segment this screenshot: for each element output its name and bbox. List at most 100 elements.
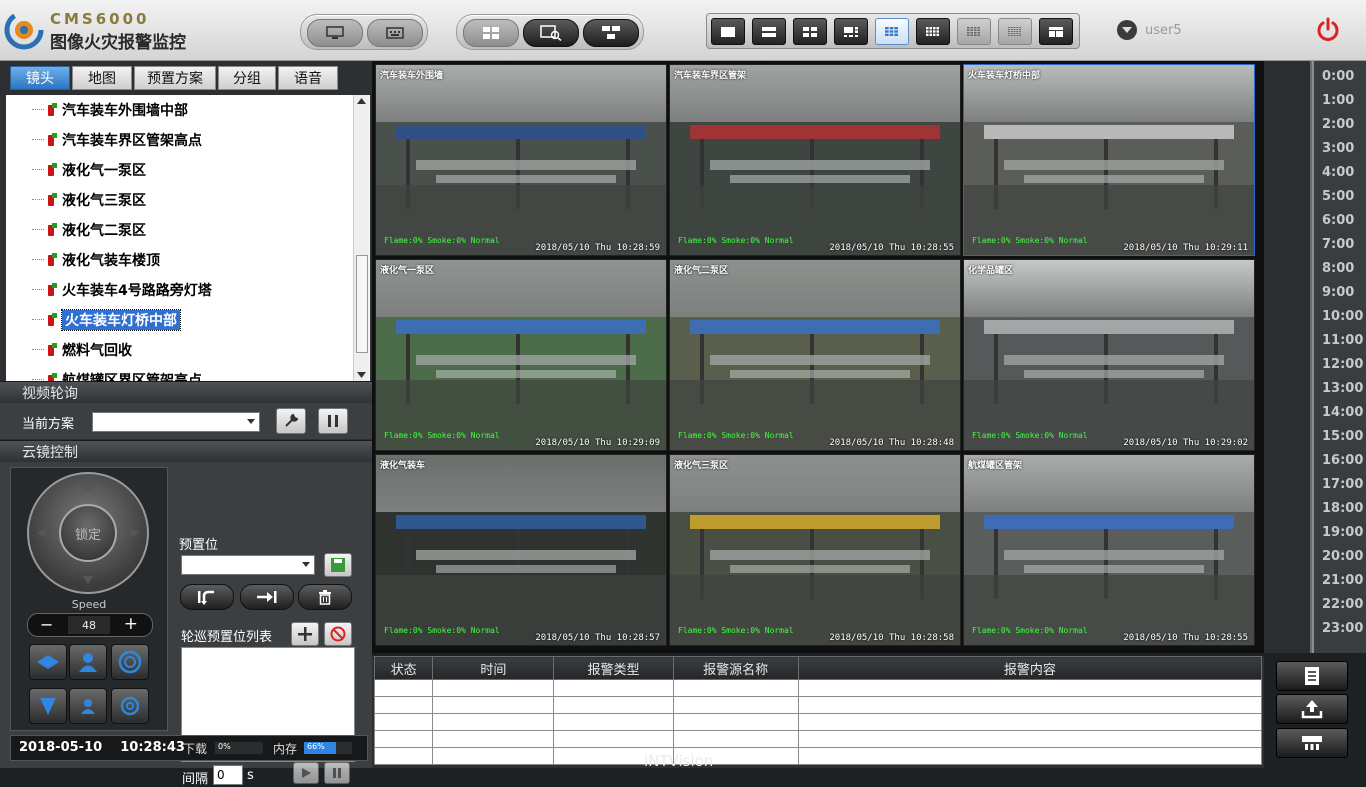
layout-12-icon [926, 26, 939, 36]
layout-25-button[interactable] [998, 18, 1032, 45]
layout-6-button[interactable] [834, 18, 868, 45]
tree-item[interactable]: 汽车装车外围墙中部 [32, 98, 188, 122]
camera-view[interactable]: 汽车装车外围墙 Flame:0% Smoke:0% Normal 2018/05… [375, 64, 667, 256]
tree-scrollbar[interactable] [353, 95, 369, 381]
table-row[interactable] [373, 747, 1263, 765]
table-cell [432, 679, 555, 697]
arrow-right-icon[interactable] [131, 528, 139, 538]
device-tree-button[interactable] [583, 19, 639, 47]
layout-9-button[interactable] [875, 18, 909, 45]
tree-item[interactable]: 火车装车灯桥中部 [32, 308, 181, 332]
plan-settings-button[interactable] [276, 408, 306, 434]
preset-save-button[interactable] [324, 553, 352, 577]
zoom-in-button[interactable] [29, 644, 67, 680]
tab-2[interactable]: 预置方案 [134, 66, 216, 90]
layout-1-button[interactable] [711, 18, 745, 45]
camera-view[interactable]: 火车装车灯桥中部 Flame:0% Smoke:0% Normal 2018/0… [963, 64, 1255, 256]
direction-pad[interactable]: 锁定 [27, 472, 149, 594]
table-row[interactable] [373, 713, 1263, 731]
preset-goto-button[interactable] [240, 584, 294, 610]
timeline-hour-label: 5:00 [1322, 189, 1355, 204]
timeline-hour-label: 2:00 [1322, 117, 1355, 132]
alarm-column-header[interactable]: 报警内容 [797, 656, 1263, 680]
tour-stop-button[interactable] [324, 762, 350, 784]
tab-1[interactable]: 地图 [72, 66, 132, 90]
monitor-button[interactable] [307, 19, 363, 47]
focus-near-button[interactable] [69, 644, 107, 680]
tree-connector [32, 139, 44, 140]
tree-item[interactable]: 液化气装车楼顶 [32, 248, 160, 272]
arrow-up-icon[interactable] [83, 482, 93, 490]
preset-list-add-button[interactable] [291, 622, 319, 646]
window-layout-button[interactable] [463, 19, 519, 47]
camera-view[interactable]: 液化气一泵区 Flame:0% Smoke:0% Normal 2018/05/… [375, 259, 667, 451]
tab-0[interactable]: 镜头 [10, 66, 70, 90]
tree-item[interactable]: 航煤罐区界区管架高点 [32, 368, 202, 381]
camera-view[interactable]: 液化气三泵区 Flame:0% Smoke:0% Normal 2018/05/… [669, 454, 961, 646]
tree-item[interactable]: 火车装车4号路路旁灯塔 [32, 278, 212, 302]
scroll-down-icon[interactable] [357, 372, 366, 378]
plan-select[interactable] [92, 412, 260, 432]
iris-open-button[interactable] [111, 644, 149, 680]
interval-input[interactable]: 0 [213, 765, 243, 785]
preset-delete-button[interactable] [298, 584, 352, 610]
alarm-column-header[interactable]: 时间 [432, 656, 555, 680]
camera-view[interactable]: 液化气二泵区 Flame:0% Smoke:0% Normal 2018/05/… [669, 259, 961, 451]
table-cell [373, 679, 434, 697]
tree-item[interactable]: 液化气三泵区 [32, 188, 146, 212]
arrow-left-icon[interactable] [37, 528, 45, 538]
scroll-up-icon[interactable] [357, 98, 366, 104]
zoom-out-button[interactable] [29, 688, 67, 724]
layout-custom-button[interactable] [1039, 18, 1073, 45]
chevron-down-icon [247, 419, 255, 424]
alarm-column-header[interactable]: 报警源名称 [672, 656, 799, 680]
tour-play-button[interactable] [293, 762, 319, 784]
speed-minus-button[interactable]: − [40, 615, 53, 634]
network-button[interactable] [1276, 728, 1348, 758]
tree-scroll-thumb[interactable] [356, 255, 368, 353]
preset-list-remove-button[interactable] [324, 622, 352, 646]
camera-icon [46, 193, 57, 207]
speed-plus-button[interactable]: + [124, 614, 138, 634]
focus-far-button[interactable] [69, 688, 107, 724]
power-icon[interactable] [1315, 17, 1341, 43]
tree-item-label: 燃料气回收 [62, 343, 132, 359]
preset-call-button[interactable] [180, 584, 234, 610]
lock-button[interactable]: 锁定 [59, 504, 117, 562]
alarm-column-header[interactable]: 报警类型 [553, 656, 674, 680]
tree-item[interactable]: 燃料气回收 [32, 338, 132, 362]
camera-view[interactable]: 航煤罐区管架 Flame:0% Smoke:0% Normal 2018/05/… [963, 454, 1255, 646]
alarm-column-header[interactable]: 状态 [373, 656, 434, 680]
layout-2-button[interactable] [752, 18, 786, 45]
camera-icon [46, 223, 57, 237]
camera-view[interactable]: 化学品罐区 Flame:0% Smoke:0% Normal 2018/05/1… [963, 259, 1255, 451]
camera-icon [46, 343, 57, 357]
table-row[interactable] [373, 696, 1263, 714]
tab-4[interactable]: 语音 [278, 66, 338, 90]
table-row[interactable] [373, 730, 1263, 748]
tree-item[interactable]: 液化气一泵区 [32, 158, 146, 182]
table-cell [432, 696, 555, 714]
export-button[interactable] [1276, 694, 1348, 724]
tab-3[interactable]: 分组 [218, 66, 276, 90]
layout-12-button[interactable] [916, 18, 950, 45]
layout-16-button[interactable] [957, 18, 991, 45]
memory-pct: 66% [307, 742, 325, 751]
tour-pause-button[interactable] [318, 408, 348, 434]
preset-select[interactable] [181, 555, 315, 575]
tree-item[interactable]: 汽车装车界区管架高点 [32, 128, 202, 152]
timeline-hours[interactable]: 0:00 1:00 2:00 3:00 4:00 5:00 6:00 7:00 8:00 9:00… [1312, 61, 1366, 653]
tree-item[interactable]: 液化气二泵区 [32, 218, 146, 242]
arrow-down-icon[interactable] [83, 576, 93, 584]
layout-4-button[interactable] [793, 18, 827, 45]
timeline-hour-label: 9:00 [1322, 285, 1355, 300]
camera-view[interactable]: 汽车装车界区管架 Flame:0% Smoke:0% Normal 2018/0… [669, 64, 961, 256]
user-menu[interactable]: user5 [1117, 20, 1182, 40]
layout-1-icon [721, 26, 735, 37]
keyboard-button[interactable] [367, 19, 423, 47]
iris-close-button[interactable] [111, 688, 149, 724]
table-row[interactable] [373, 679, 1263, 697]
report-button[interactable] [1276, 661, 1348, 691]
video-search-button[interactable] [523, 19, 579, 47]
camera-view[interactable]: 液化气装车 Flame:0% Smoke:0% Normal 2018/05/1… [375, 454, 667, 646]
